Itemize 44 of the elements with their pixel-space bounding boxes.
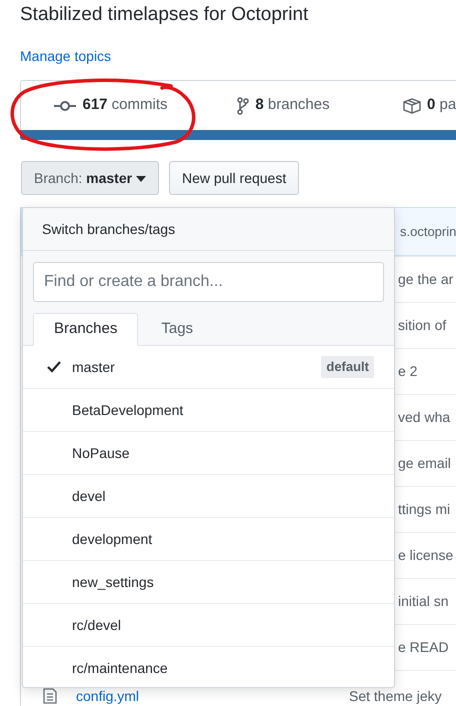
branch-name: NoPause xyxy=(72,444,130,462)
commit-message: ttings mi xyxy=(398,500,450,519)
caret-icon xyxy=(136,176,146,182)
branch-item[interactable]: new_settings xyxy=(23,561,394,604)
commit-message: ge the ar xyxy=(398,270,454,289)
commit-message: Set theme jeky xyxy=(349,688,442,704)
branch-name: master xyxy=(72,358,115,376)
branch-name: rc/devel xyxy=(72,616,122,634)
packages-count-link[interactable]: 0 pa xyxy=(427,94,456,117)
menu-title: Switch branches/tags xyxy=(42,220,176,239)
file-name-link[interactable]: config.yml xyxy=(76,688,349,704)
commit-message: e license xyxy=(398,546,454,565)
branches-count-link[interactable]: 8 branches xyxy=(255,94,330,117)
branch-name: new_settings xyxy=(72,572,154,592)
repo-description: Stabilized timelapses for Octoprint xyxy=(20,4,310,26)
commit-message: ved wha xyxy=(398,408,450,427)
commit-message: s.octoprin xyxy=(400,222,456,241)
branch-item[interactable]: rc/maintenance xyxy=(23,647,394,687)
branch-name: rc/maintenance xyxy=(72,658,168,678)
default-label: default xyxy=(321,356,374,378)
menu-tab[interactable]: Branches xyxy=(33,313,138,346)
branch-name: devel xyxy=(72,486,106,506)
branch-select-button[interactable]: Branch: master xyxy=(21,161,159,195)
branch-search-field[interactable]: Find or create a branch... xyxy=(33,262,384,302)
branch-item[interactable]: devel xyxy=(23,475,394,518)
commit-message: e 2 xyxy=(398,362,418,381)
branch-item[interactable]: master default xyxy=(23,346,394,389)
menu-tab[interactable]: Tags xyxy=(140,313,214,346)
commit-message: sition of xyxy=(398,316,446,335)
commit-message: ge email xyxy=(398,454,451,473)
branch-icon xyxy=(237,96,250,114)
branch-item[interactable]: BetaDevelopment xyxy=(23,389,394,432)
branch-name: BetaDevelopment xyxy=(72,400,184,420)
commit-message: initial sn xyxy=(398,592,449,611)
branch-item[interactable]: rc/devel xyxy=(23,604,394,647)
new-pull-request-button[interactable]: New pull request xyxy=(168,161,300,195)
branch-item[interactable]: NoPause xyxy=(23,432,394,475)
commit-icon xyxy=(54,100,76,112)
manage-topics-link[interactable]: Manage topics xyxy=(20,46,112,67)
branch-item[interactable]: development xyxy=(23,518,394,561)
commits-count-link[interactable]: 617 commits xyxy=(82,94,168,117)
package-icon xyxy=(403,98,421,114)
commit-message: e READ xyxy=(398,638,449,657)
branch-name: development xyxy=(72,530,152,549)
